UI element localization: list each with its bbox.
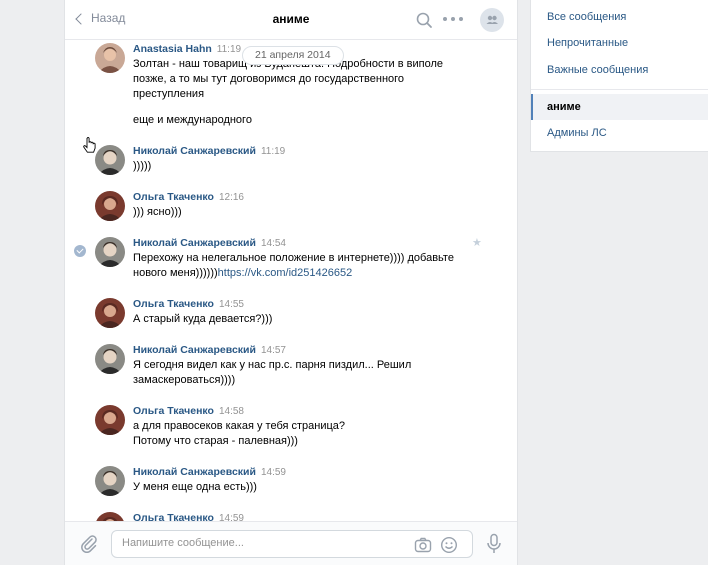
avatar[interactable] [95,237,125,267]
message-line: А старый куда девается?))) [133,313,273,325]
star-icon[interactable]: ★ [472,236,482,249]
attach-icon[interactable] [79,534,99,554]
message-list[interactable]: 21 апреля 2014 Anastasia Hahn 11:19 Золта… [65,41,517,521]
message-line: а для правосеков какая у тебя страница? [133,420,346,432]
message-author[interactable]: Николай Санжаревский [133,237,256,249]
date-separator: 21 апреля 2014 [242,46,344,65]
message-link[interactable]: https://vk.com/id251426652 [218,267,353,279]
message-time: 14:59 [218,513,244,521]
menu-item-all-messages[interactable]: Все сообщения [531,4,708,30]
avatar[interactable] [95,405,125,435]
message-author[interactable]: Николай Санжаревский [133,145,256,157]
message-time: 14:57 [260,345,286,356]
message-line: замаскероваться)))) [133,374,236,386]
avatar[interactable] [95,43,125,73]
message-text: А старый куда девается?))) [133,312,453,327]
message-time: 14:54 [260,238,286,249]
message-text: Я сегодня видел как у нас пр.с. парня пи… [133,358,453,388]
message-line: Потому что старая - палевная))) [133,435,298,447]
menu-divider [531,89,708,90]
menu-item-unread[interactable]: Непрочитанные [531,30,708,56]
message-line: ))))) [133,160,152,172]
chat-members-icon[interactable] [480,8,504,32]
message-time: 14:58 [218,406,244,417]
message-text: ))))) [133,159,453,174]
message-time: 11:19 [216,44,242,55]
message-line: У меня еще одна есть))) [133,481,257,493]
emoji-icon[interactable] [440,536,458,554]
avatar[interactable] [95,298,125,328]
menu-item-important[interactable]: Важные сообщения [531,57,708,83]
message-input-box[interactable] [111,530,473,558]
message-time: 14:59 [260,467,286,478]
message-line: позже, а то мы тут договоримся до госуда… [133,73,405,85]
message-input[interactable] [122,537,402,549]
message-author[interactable]: Ольга Ткаченко [133,512,214,521]
chevron-left-icon [75,12,87,25]
message-time: 14:55 [218,299,244,310]
message-author[interactable]: Ольга Ткаченко [133,191,214,203]
message-text: Перехожу на нелегальное положение в инте… [133,251,473,281]
message-author[interactable]: Anastasia Hahn [133,43,212,55]
avatar[interactable] [95,466,125,496]
message-time: 12:16 [218,192,244,203]
menu-item-chat-anime[interactable]: аниме [531,94,708,120]
message-author[interactable]: Ольга Ткаченко [133,405,214,417]
messages-filter-menu: Все сообщения Непрочитанные Важные сообщ… [530,0,708,152]
back-label: Назад [91,11,126,25]
message-author[interactable]: Николай Санжаревский [133,344,256,356]
search-icon[interactable] [413,9,435,31]
message-line: нового меня)))))) [133,267,218,279]
message-author[interactable]: Ольга Ткаченко [133,298,214,310]
message-line: Перехожу на нелегальное положение в инте… [133,252,454,264]
more-icon[interactable] [443,17,463,23]
message-author[interactable]: Николай Санжаревский [133,466,256,478]
menu-item-chat-admins[interactable]: Админы ЛС [531,120,708,146]
message-line: еще и международного [133,114,252,126]
chat-panel: Назад аниме 21 апреля 2014 Anastasia Hah… [64,0,518,565]
message-line: ))) ясно))) [133,206,182,218]
message-text: Золтан - наш товарищ из Будапешта. Подро… [133,57,453,128]
microphone-icon[interactable] [485,533,503,555]
message-line: Я сегодня видел как у нас пр.с. парня пи… [133,359,412,371]
camera-icon[interactable] [414,536,432,554]
message-time: 11:19 [260,146,286,157]
avatar[interactable] [95,145,125,175]
avatar[interactable] [95,512,125,521]
hand-cursor-icon [83,137,96,153]
selected-check-icon[interactable] [74,245,86,257]
message-text: ))) ясно))) [133,205,453,220]
message-text: а для правосеков какая у тебя страница? … [133,419,453,449]
message-line: преступления [133,88,205,100]
chat-header: Назад аниме [65,0,517,40]
avatar[interactable] [95,191,125,221]
message-text: У меня еще одна есть))) [133,480,453,495]
message-composer [65,521,517,565]
back-button[interactable]: Назад [75,11,126,25]
avatar[interactable] [95,344,125,374]
